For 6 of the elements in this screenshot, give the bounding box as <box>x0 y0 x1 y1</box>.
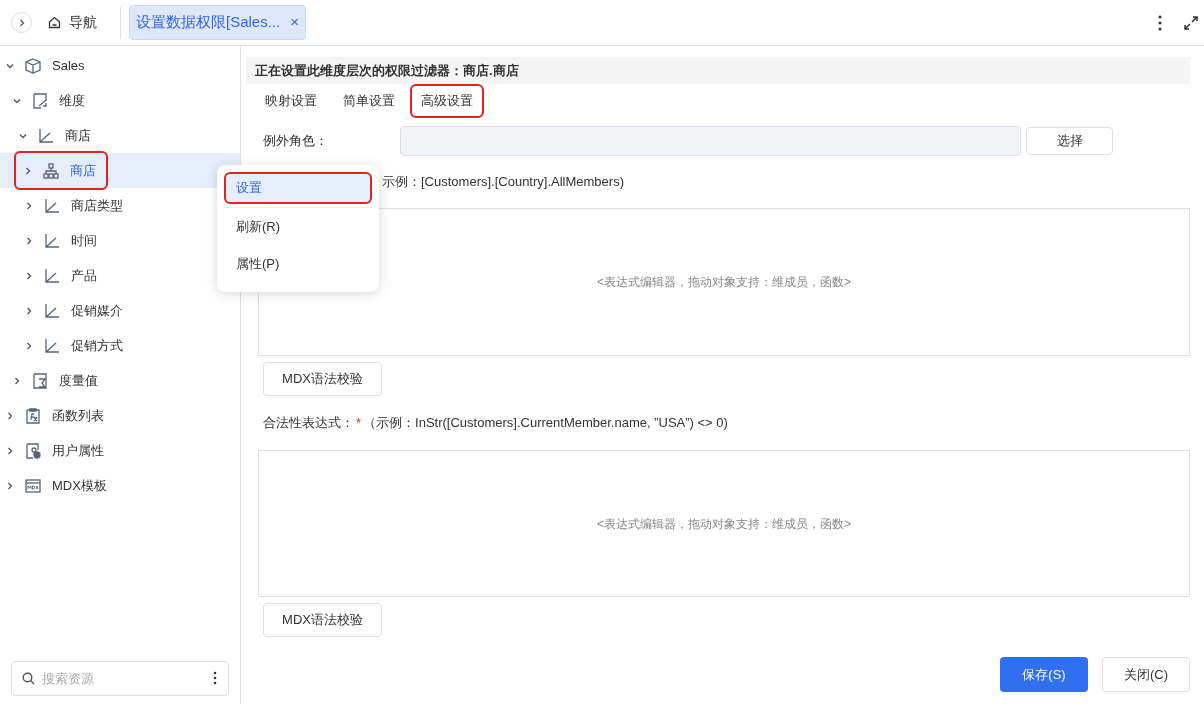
panel-header: 正在设置此维度层次的权限过滤器：商店.商店 <box>246 57 1190 84</box>
example-hint: 示例：[Customers].[Country].AllMembers) <box>382 173 624 192</box>
example-hint: （示例：InStr([Customers].CurrentMember.name, ”USA”) <> 0) <box>363 414 728 433</box>
field-label: 合法性表达式： <box>263 414 354 433</box>
field-label: 例外角色： <box>263 132 329 151</box>
required-mark: * <box>356 414 362 433</box>
